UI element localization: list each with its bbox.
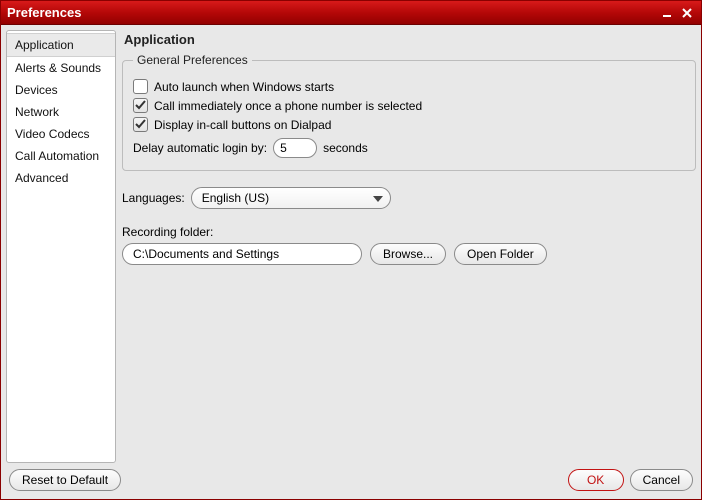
window-title: Preferences: [7, 5, 655, 20]
delay-input[interactable]: [273, 138, 317, 158]
sidebar-item-label: Advanced: [15, 171, 68, 185]
reset-to-default-button[interactable]: Reset to Default: [9, 469, 121, 491]
open-folder-button[interactable]: Open Folder: [454, 243, 547, 265]
dialog-body: Application Alerts & Sounds Devices Netw…: [1, 25, 701, 463]
check-row-auto-launch: Auto launch when Windows starts: [133, 79, 685, 94]
sidebar-item-alerts-sounds[interactable]: Alerts & Sounds: [7, 57, 115, 79]
sidebar-item-label: Call Automation: [15, 149, 99, 163]
sidebar-item-devices[interactable]: Devices: [7, 79, 115, 101]
languages-row: Languages: English (US): [122, 187, 696, 209]
footer: Reset to Default OK Cancel: [1, 463, 701, 499]
checkbox-call-immediately[interactable]: [133, 98, 148, 113]
sidebar-item-application[interactable]: Application: [7, 33, 115, 57]
delay-suffix: seconds: [323, 141, 368, 155]
languages-select-wrap: English (US): [191, 187, 391, 209]
sidebar-item-label: Devices: [15, 83, 58, 97]
sidebar-item-advanced[interactable]: Advanced: [7, 167, 115, 189]
recording-path-input[interactable]: [122, 243, 362, 265]
sidebar-item-label: Network: [15, 105, 59, 119]
checkbox-label: Call immediately once a phone number is …: [154, 99, 422, 113]
sidebar-item-label: Video Codecs: [15, 127, 90, 141]
close-button[interactable]: [679, 5, 695, 21]
sidebar-item-network[interactable]: Network: [7, 101, 115, 123]
ok-button[interactable]: OK: [568, 469, 624, 491]
minimize-button[interactable]: [659, 5, 675, 21]
delay-prefix: Delay automatic login by:: [133, 141, 267, 155]
checkbox-display-incall[interactable]: [133, 117, 148, 132]
delay-row: Delay automatic login by: seconds: [133, 138, 685, 158]
panel-heading: Application: [122, 30, 696, 53]
sidebar-item-video-codecs[interactable]: Video Codecs: [7, 123, 115, 145]
sidebar-item-call-automation[interactable]: Call Automation: [7, 145, 115, 167]
sidebar-item-label: Alerts & Sounds: [15, 61, 101, 75]
cancel-button[interactable]: Cancel: [630, 469, 693, 491]
checkbox-label: Auto launch when Windows starts: [154, 80, 334, 94]
languages-select[interactable]: English (US): [191, 187, 391, 209]
check-row-display-incall: Display in-call buttons on Dialpad: [133, 117, 685, 132]
check-row-call-immediately: Call immediately once a phone number is …: [133, 98, 685, 113]
languages-label: Languages:: [122, 191, 185, 205]
main-panel: Application General Preferences Auto lau…: [122, 30, 696, 463]
sidebar: Application Alerts & Sounds Devices Netw…: [6, 30, 116, 463]
recording-label: Recording folder:: [122, 225, 696, 239]
checkbox-label: Display in-call buttons on Dialpad: [154, 118, 331, 132]
browse-button[interactable]: Browse...: [370, 243, 446, 265]
recording-row: Browse... Open Folder: [122, 243, 696, 265]
general-preferences-group: General Preferences Auto launch when Win…: [122, 53, 696, 171]
preferences-window: Preferences Application Alerts & Sounds …: [0, 0, 702, 500]
recording-section: Recording folder: Browse... Open Folder: [122, 225, 696, 265]
sidebar-item-label: Application: [15, 38, 74, 52]
checkbox-auto-launch[interactable]: [133, 79, 148, 94]
group-title: General Preferences: [133, 53, 252, 67]
languages-selected: English (US): [202, 191, 269, 205]
titlebar: Preferences: [1, 1, 701, 25]
